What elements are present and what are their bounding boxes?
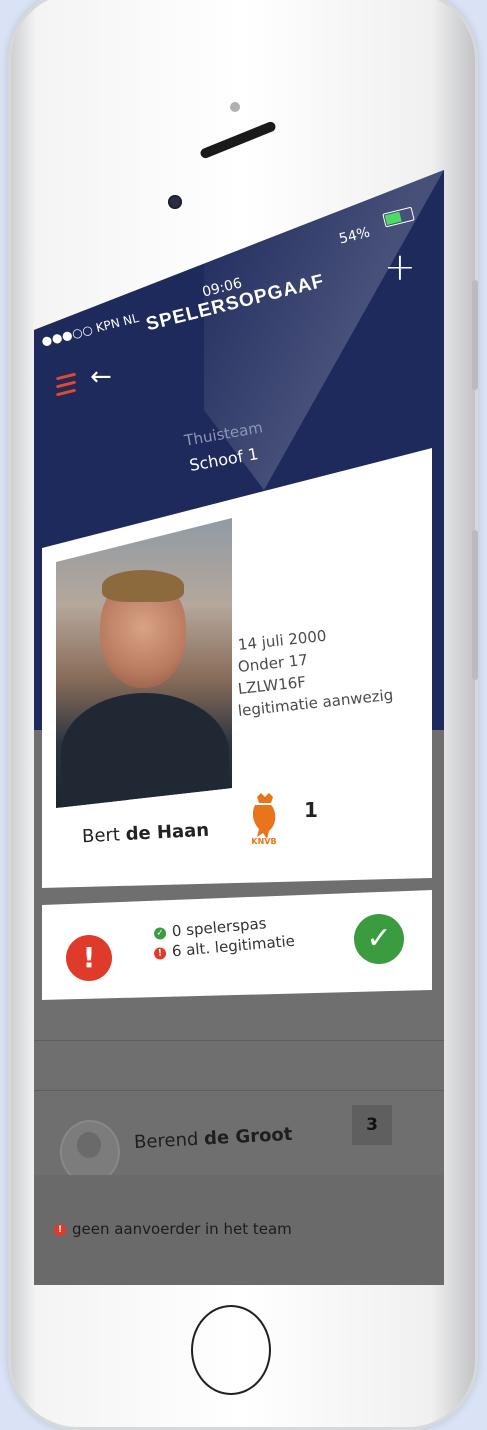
home-button[interactable]	[191, 1305, 271, 1395]
proximity-sensor	[230, 102, 240, 112]
knvb-lion-icon: KNVB	[251, 793, 277, 845]
volume-button	[472, 530, 478, 680]
screen: ●●●○○ KPN NL 09:06 54% ← SPELERSOPGAAF +…	[34, 170, 444, 1285]
knvb-logo-text: KNVB	[251, 837, 276, 845]
id-status-card[interactable]: ! ✓ 0 spelerspas ! 6 alt. legitimatie ✓	[42, 890, 432, 1000]
next-player-first-name: Berend	[133, 1128, 199, 1154]
front-camera	[168, 195, 182, 209]
power-button	[472, 280, 478, 390]
player-photo	[56, 518, 232, 808]
alert-dot-icon: !	[153, 946, 167, 960]
next-player-last-name: de Groot	[203, 1123, 293, 1150]
back-arrow-icon[interactable]: ←	[90, 362, 112, 392]
alert-dot-icon: !	[54, 1223, 66, 1236]
captain-warning-text: geen aanvoerder in het team	[72, 1220, 292, 1238]
check-dot-icon: ✓	[153, 926, 167, 940]
menu-icon[interactable]	[55, 372, 77, 399]
next-player-number: 3	[352, 1105, 392, 1145]
divider	[34, 1090, 444, 1091]
player-first-name: Bert	[81, 824, 121, 848]
shirt-number: 1	[304, 798, 318, 822]
check-icon[interactable]: ✓	[354, 914, 404, 964]
divider	[34, 1040, 444, 1041]
player-details: 14 juli 2000 Onder 17 LZLW16F legitimati…	[237, 627, 394, 722]
add-icon[interactable]: +	[384, 245, 416, 289]
player-name: Bert de Haan	[82, 820, 210, 848]
alert-icon: !	[66, 935, 112, 981]
player-last-name: de Haan	[125, 819, 210, 846]
captain-warning: ! geen aanvoerder in het team	[34, 1175, 444, 1285]
earpiece-speaker	[199, 120, 277, 160]
next-player-name[interactable]: Berend de Groot	[134, 1124, 293, 1153]
